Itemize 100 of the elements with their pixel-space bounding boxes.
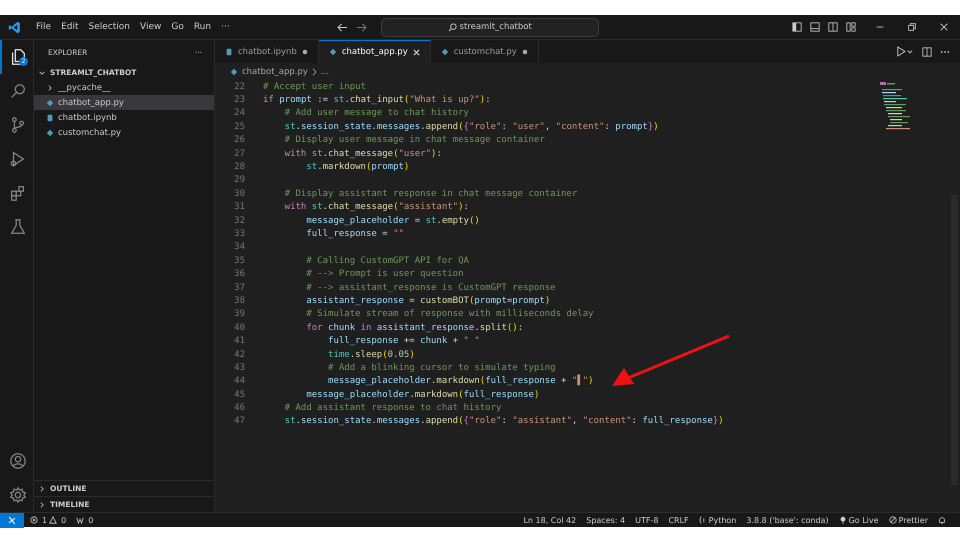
line-number: 40 [233, 322, 245, 333]
code-line: if prompt := st.chat_input("What is up?"): [263, 95, 491, 106]
customize-layout-icon[interactable] [846, 22, 856, 32]
code-line: for chunk in assistant_response.split(): [305, 322, 524, 333]
code-line: # --> Prompt is user question [305, 269, 464, 280]
extensions-icon[interactable] [8, 184, 26, 202]
braces-icon [698, 516, 707, 524]
menu-item[interactable]: Go [166, 22, 189, 32]
restore-icon[interactable] [907, 22, 917, 32]
chevron-icon [38, 68, 46, 76]
code-line: # Display assistant response in chat message container [284, 188, 578, 199]
code-line: # Add assistant response to chat history [284, 403, 502, 414]
code-line: # --> assistant_response is CustomGPT response [305, 282, 556, 293]
line-number: 34 [233, 242, 245, 252]
line-number: 41 [233, 336, 245, 346]
settings-icon[interactable] [8, 486, 26, 504]
menu-item[interactable]: Selection [84, 22, 135, 32]
status-item[interactable]: 3.8.8 ('base': conda) [746, 516, 829, 524]
bell-icon[interactable] [938, 516, 946, 524]
search-icon[interactable] [8, 82, 26, 100]
more-menu-button[interactable]: ··· [216, 22, 235, 32]
go-live-status[interactable]: Go Live [838, 516, 879, 524]
forward-arrow-icon[interactable] [356, 22, 367, 32]
error-icon[interactable] [30, 516, 38, 524]
line-number: 46 [233, 403, 245, 414]
search-icon [448, 22, 457, 32]
warning-icon[interactable] [49, 516, 58, 524]
line-number: 37 [233, 282, 245, 293]
sidebar-layout-icon[interactable] [792, 22, 802, 32]
back-arrow-icon[interactable] [336, 22, 348, 32]
menu-item[interactable]: Run [188, 22, 216, 32]
python-file-icon [440, 48, 449, 56]
line-number: 30 [233, 188, 245, 199]
python-file-icon [230, 68, 238, 76]
status-item[interactable]: CRLF [668, 516, 689, 524]
file-row[interactable]: chatbot_app.py [34, 95, 214, 110]
status-item[interactable]: UTF-8 [635, 516, 658, 524]
broadcast-icon [838, 516, 847, 524]
line-number: 33 [233, 228, 245, 239]
prohibited-icon [888, 516, 897, 524]
code-line: # Add user message to chat history [284, 108, 469, 118]
line-number: 29 [233, 175, 245, 186]
language-status[interactable]: Python [698, 516, 736, 524]
menu-item[interactable]: Edit [56, 22, 84, 32]
line-number: 22 [233, 82, 245, 92]
code-line: time.sleep(0.05) [327, 350, 415, 360]
file-row[interactable]: chatbot.ipynb [34, 110, 214, 125]
code-line: st.session_state.messages.append({"role": "user", "content": prompt}) [284, 122, 659, 132]
notebook-file-icon [225, 48, 233, 56]
code-line: message_placeholder.markdown(full_response) [305, 390, 540, 400]
line-number: 47 [233, 416, 245, 426]
problem-count[interactable]: 0 [88, 516, 94, 524]
file-row[interactable]: customchat.py [34, 125, 214, 140]
line-number: 38 [233, 296, 245, 306]
breadcrumb-item[interactable]: chatbot_app.py [242, 66, 308, 76]
line-number: 43 [233, 362, 245, 373]
code-line: with st.chat_message("user"): [284, 148, 442, 159]
split-layout-icon[interactable] [828, 22, 838, 32]
chevron-icon [312, 68, 317, 76]
line-number: 36 [233, 269, 245, 280]
menu-item[interactable]: View [134, 22, 166, 32]
account-icon[interactable] [8, 452, 26, 470]
code-line: st.session_state.messages.append({"role": "assistant", "content": full_response}) [284, 416, 724, 426]
python-file-icon [46, 98, 54, 106]
editor-tab[interactable]: chatbot_app.py [318, 40, 431, 63]
remote-icon[interactable] [0, 512, 24, 528]
close-icon[interactable] [939, 22, 949, 32]
split-editor-icon[interactable] [922, 46, 932, 56]
panel-layout-icon[interactable] [810, 22, 820, 32]
status-item[interactable]: Ln 18, Col 42 [523, 516, 576, 524]
flask-icon[interactable] [8, 218, 26, 236]
code-line: # Display user message in chat message container [284, 135, 545, 146]
unsaved-dot-icon[interactable] [302, 48, 308, 54]
editor-tab[interactable]: customchat.py [430, 40, 539, 63]
line-number: 32 [233, 216, 245, 226]
run-icon[interactable] [8, 150, 26, 168]
code-line: message_placeholder.markdown(full_response + "▌") [327, 376, 594, 386]
code-line: full_response += chunk + " " [327, 336, 480, 346]
line-number: 39 [233, 309, 245, 320]
problem-count[interactable]: 0 [61, 516, 66, 524]
vscode-logo-icon [8, 20, 21, 34]
menu-item[interactable]: File [31, 22, 56, 32]
breadcrumb-item[interactable]: ... [320, 66, 330, 76]
line-number: 44 [233, 376, 245, 386]
line-number: 26 [233, 135, 245, 146]
run-icon[interactable] [896, 46, 914, 57]
code-line: # Accept user input [263, 82, 366, 92]
folder-row[interactable]: __pycache__ [34, 80, 214, 95]
code-line: with st.chat_message("assistant"): [284, 202, 469, 212]
close-icon[interactable] [412, 48, 420, 56]
line-number: 27 [233, 148, 245, 159]
code-line: # Simulate stream of response with milliseconds delay [305, 309, 594, 320]
antenna-icon[interactable] [76, 516, 84, 524]
line-number: 45 [233, 390, 245, 400]
command-search-field[interactable]: streamlt_chatbot [380, 18, 599, 36]
unsaved-dot-icon[interactable] [522, 48, 528, 54]
status-item[interactable]: Spaces: 4 [586, 516, 626, 524]
line-number: 28 [233, 162, 245, 172]
prettier-status[interactable]: Prettier [888, 516, 928, 524]
problem-count[interactable]: 1 [42, 516, 48, 524]
